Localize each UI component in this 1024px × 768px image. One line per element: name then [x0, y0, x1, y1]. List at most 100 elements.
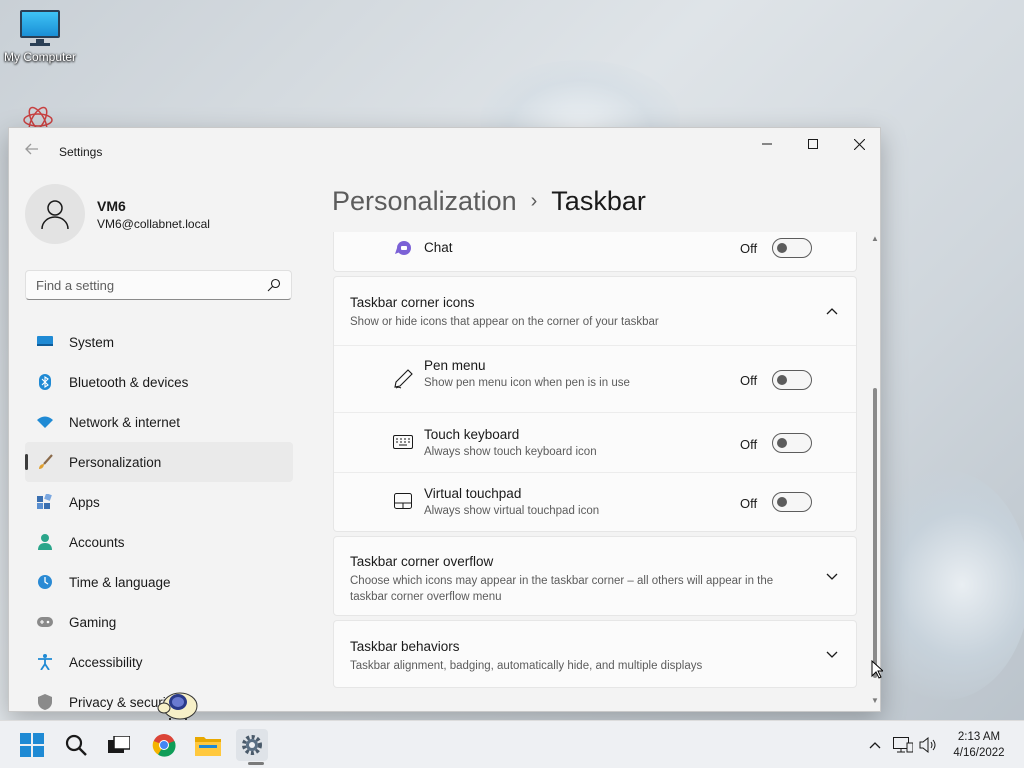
system-icon — [37, 334, 53, 350]
user-profile[interactable]: VM6 VM6@collabnet.local — [25, 184, 210, 244]
volume-tray-button[interactable] — [916, 729, 940, 761]
chevron-down-icon[interactable] — [824, 647, 840, 663]
sidebar-item-label: Network & internet — [69, 414, 181, 430]
virtual-touchpad-toggle[interactable] — [772, 492, 812, 512]
user-icon — [41, 200, 69, 230]
monitor-icon — [18, 10, 62, 46]
minimize-button[interactable] — [744, 128, 790, 160]
chat-toggle[interactable] — [772, 238, 812, 258]
setting-row-virtual-touchpad: Virtual touchpad Always show virtual tou… — [334, 473, 856, 532]
toggle-state-label: Off — [740, 373, 758, 388]
sidebar-item-label: Accounts — [69, 534, 125, 550]
sidebar-item-network[interactable]: Network & internet — [25, 402, 293, 442]
sidebar-item-time-language[interactable]: Time & language — [25, 562, 293, 602]
breadcrumb-parent[interactable]: Personalization — [332, 186, 517, 217]
sidebar-item-label: Bluetooth & devices — [69, 374, 189, 390]
toggle-state-label: Off — [740, 437, 758, 452]
setting-row-pen-menu: Pen menu Show pen menu icon when pen is … — [334, 346, 856, 412]
corner-icons-header[interactable]: Taskbar corner icons Show or hide icons … — [334, 277, 856, 345]
clock-time: 2:13 AM — [957, 731, 1001, 743]
taskbar-clock[interactable]: 2:13 AM 4/16/2022 — [944, 729, 1014, 761]
back-arrow-icon[interactable] — [25, 142, 41, 158]
sidebar-item-personalization[interactable]: Personalization — [25, 442, 293, 482]
shield-icon — [37, 694, 53, 710]
settings-window: Settings VM6 VM6@collabnet.local Find a … — [8, 127, 881, 712]
setting-title-chat: Chat — [424, 240, 453, 255]
sidebar-item-accounts[interactable]: Accounts — [25, 522, 293, 562]
avatar — [25, 184, 85, 244]
start-button[interactable] — [16, 729, 48, 761]
chat-icon — [392, 238, 414, 260]
search-icon[interactable] — [267, 278, 281, 292]
minimize-icon — [762, 143, 772, 145]
maximize-button[interactable] — [790, 128, 836, 160]
sidebar-item-label: Time & language — [69, 574, 171, 590]
sidebar-item-apps[interactable]: Apps — [25, 482, 293, 522]
apps-icon — [37, 494, 53, 510]
close-button[interactable] — [836, 128, 880, 160]
setting-description: Show or hide icons that appear on the co… — [350, 316, 659, 328]
desktop-icon-my-computer[interactable]: My Computer — [0, 10, 80, 64]
sheep-mascot-icon[interactable] — [156, 688, 200, 724]
sidebar-item-label: System — [69, 334, 115, 350]
chevron-down-icon[interactable] — [824, 569, 840, 585]
network-wired-icon — [893, 737, 913, 753]
sidebar-nav: System Bluetooth & devices Network & int… — [25, 322, 293, 711]
setting-title: Touch keyboard — [424, 427, 520, 442]
chevron-up-icon[interactable] — [824, 303, 840, 319]
sidebar-item-label: Apps — [69, 494, 100, 510]
setting-title: Taskbar corner overflow — [350, 554, 494, 569]
taskbar-search-button[interactable] — [60, 729, 92, 761]
toggle-state-label: Off — [740, 496, 758, 511]
touch-keyboard-toggle[interactable] — [772, 433, 812, 453]
setting-card-corner-overflow[interactable]: Taskbar corner overflow Choose which ico… — [333, 536, 857, 616]
settings-taskbar-button[interactable] — [236, 729, 268, 765]
setting-card-corner-icons: Taskbar corner icons Show or hide icons … — [333, 276, 857, 532]
start-icon — [20, 733, 44, 757]
pen-menu-toggle[interactable] — [772, 370, 812, 390]
gaming-icon — [37, 614, 53, 630]
settings-content: Chat Off Taskbar corner icons Show or hi… — [333, 232, 857, 702]
profile-name: VM6 — [97, 197, 126, 214]
task-view-icon — [108, 736, 130, 753]
sidebar-item-gaming[interactable]: Gaming — [25, 602, 293, 642]
sidebar-item-label: Gaming — [69, 614, 117, 630]
keyboard-icon — [392, 431, 414, 453]
volume-icon — [919, 737, 936, 753]
show-hidden-icons-button[interactable] — [864, 729, 886, 761]
scroll-up-icon[interactable]: ▲ — [871, 234, 879, 243]
desktop-icon-label: My Computer — [3, 50, 77, 64]
sidebar-item-bluetooth[interactable]: Bluetooth & devices — [25, 362, 293, 402]
scroll-down-icon[interactable]: ▼ — [871, 696, 879, 705]
settings-icon — [242, 735, 262, 755]
clock-date: 4/16/2022 — [953, 747, 1005, 759]
search-box[interactable] — [25, 270, 292, 300]
title-bar[interactable]: Settings — [9, 128, 880, 172]
sidebar-item-system[interactable]: System — [25, 322, 293, 362]
task-view-button[interactable] — [103, 729, 135, 761]
chevron-right-icon: › — [530, 190, 538, 212]
profile-email: VM6@collabnet.local — [97, 216, 210, 231]
brush-icon — [37, 454, 53, 470]
page-title: Taskbar — [551, 186, 646, 216]
accounts-icon — [37, 534, 53, 550]
time-icon — [37, 574, 53, 590]
search-input[interactable] — [36, 277, 267, 293]
taskbar: 2:13 AM 4/16/2022 — [0, 720, 1024, 768]
file-explorer-icon — [195, 737, 221, 756]
network-tray-button[interactable] — [890, 729, 916, 761]
mouse-cursor-icon — [871, 659, 885, 685]
setting-card-behaviors[interactable]: Taskbar behaviors Taskbar alignment, bad… — [333, 620, 857, 688]
wallpaper-bloom — [860, 470, 1024, 700]
toggle-state-label: Off — [740, 241, 758, 256]
setting-title: Virtual touchpad — [424, 486, 522, 501]
sidebar-item-accessibility[interactable]: Accessibility — [25, 642, 293, 682]
file-explorer-button[interactable] — [192, 729, 224, 761]
chrome-taskbar-button[interactable] — [148, 729, 180, 761]
setting-row-touch-keyboard: Touch keyboard Always show touch keyboar… — [334, 413, 856, 472]
scrollbar-thumb[interactable] — [873, 388, 877, 678]
network-icon — [37, 414, 53, 430]
chrome-icon — [152, 734, 176, 757]
sidebar-item-label: Personalization — [69, 454, 162, 470]
content-scrollbar[interactable]: ▲ ▼ — [871, 232, 879, 707]
